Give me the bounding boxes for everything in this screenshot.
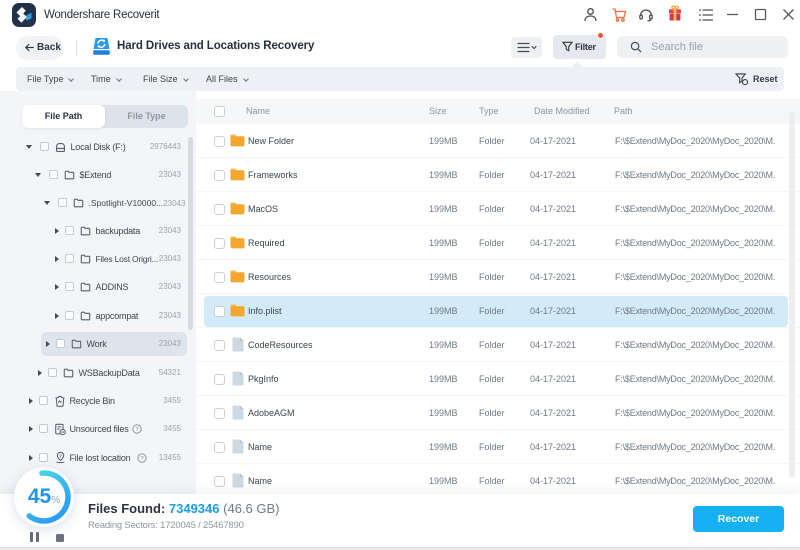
svg-text:?: ? (140, 456, 144, 462)
svg-text:?: ? (59, 453, 62, 459)
svg-text:?: ? (135, 427, 139, 433)
